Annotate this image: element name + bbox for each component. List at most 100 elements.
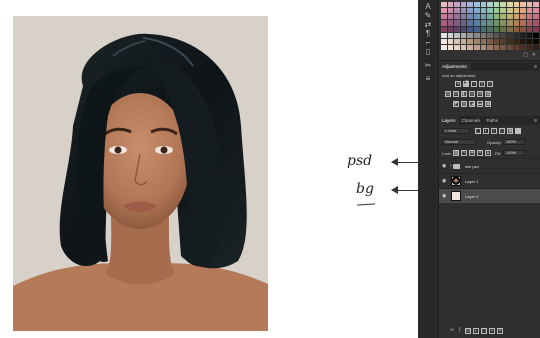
color-swatch[interactable]: [506, 32, 513, 38]
new-layer-icon[interactable]: +: [489, 328, 495, 334]
gradient-map-icon[interactable]: ▬: [477, 101, 483, 107]
color-swatch[interactable]: [454, 14, 460, 20]
color-swatch[interactable]: [441, 26, 447, 32]
color-swatch[interactable]: [467, 26, 473, 32]
kind-filter-select[interactable]: ⌕ Kind: [442, 128, 470, 134]
color-swatch[interactable]: [460, 32, 467, 38]
color-swatch[interactable]: [526, 14, 533, 20]
color-swatch[interactable]: [480, 44, 487, 50]
color-swatch[interactable]: [526, 38, 533, 44]
color-swatch[interactable]: [526, 32, 533, 38]
color-swatch[interactable]: [526, 8, 533, 14]
eye-icon[interactable]: ◉: [442, 179, 447, 184]
tab-channels[interactable]: Channels: [459, 116, 484, 125]
color-swatch[interactable]: [467, 14, 473, 20]
panel-menu-icon[interactable]: ≡: [534, 118, 537, 124]
color-swatch[interactable]: [513, 32, 520, 38]
color-swatch[interactable]: [500, 8, 506, 14]
color-swatch[interactable]: [487, 20, 493, 26]
color-swatch[interactable]: [500, 2, 506, 8]
lock-transparency-icon[interactable]: ▦: [453, 150, 459, 156]
posterize-icon[interactable]: ▨: [461, 101, 467, 107]
levels-icon[interactable]: ▟: [463, 81, 469, 87]
color-swatch[interactable]: [454, 38, 460, 44]
color-swatch[interactable]: [533, 14, 539, 20]
color-swatch[interactable]: [487, 8, 493, 14]
color-swatch[interactable]: [480, 32, 487, 38]
color-swatch[interactable]: [473, 26, 480, 32]
fx-icon[interactable]: ƒ: [457, 328, 463, 334]
color-swatch[interactable]: [513, 20, 520, 26]
color-swatch[interactable]: [467, 2, 473, 8]
color-swatch[interactable]: [520, 38, 526, 44]
color-swatch[interactable]: [513, 8, 520, 14]
color-swatch[interactable]: [487, 14, 493, 20]
color-swatch[interactable]: [473, 32, 480, 38]
invert-icon[interactable]: ◩: [453, 101, 459, 107]
color-swatch[interactable]: [493, 32, 500, 38]
color-swatch[interactable]: [467, 32, 473, 38]
color-swatch[interactable]: [460, 14, 467, 20]
exposure-icon[interactable]: ±: [479, 81, 485, 87]
filter-shape-icon[interactable]: ▭: [499, 128, 505, 134]
color-swatch[interactable]: [513, 38, 520, 44]
color-swatch[interactable]: [447, 44, 454, 50]
color-swatch[interactable]: [500, 38, 506, 44]
color-swatch[interactable]: [441, 38, 447, 44]
color-swatch[interactable]: [526, 26, 533, 32]
black-white-icon[interactable]: ◧: [461, 91, 467, 97]
color-swatch[interactable]: [480, 20, 487, 26]
color-swatch[interactable]: [447, 8, 454, 14]
color-swatch[interactable]: [454, 8, 460, 14]
color-swatch[interactable]: [441, 14, 447, 20]
new-swatch-icon[interactable]: ▢: [523, 52, 528, 58]
color-swatch[interactable]: [520, 14, 526, 20]
threshold-icon[interactable]: ◪: [469, 101, 475, 107]
tab-adjustments[interactable]: Adjustments: [439, 62, 470, 71]
color-swatch[interactable]: [480, 8, 487, 14]
color-swatch[interactable]: [506, 2, 513, 8]
lock-position-icon[interactable]: ✥: [469, 150, 475, 156]
layer-row-layer-2[interactable]: ◉ Layer 2: [439, 188, 540, 203]
color-swatch[interactable]: [473, 2, 480, 8]
color-lookup-icon[interactable]: ▦: [485, 91, 491, 97]
color-swatch[interactable]: [487, 38, 493, 44]
color-swatch[interactable]: [520, 32, 526, 38]
clone-source-icon[interactable]: ▯: [424, 48, 432, 56]
color-swatch[interactable]: [533, 2, 539, 8]
color-swatch[interactable]: [513, 14, 520, 20]
fill-field[interactable]: 100%: [503, 150, 525, 156]
color-swatch[interactable]: [467, 38, 473, 44]
color-swatch[interactable]: [454, 32, 460, 38]
color-swatch[interactable]: [520, 20, 526, 26]
eye-icon[interactable]: ◉: [442, 194, 447, 199]
color-swatch[interactable]: [467, 8, 473, 14]
add-mask-icon[interactable]: ◘: [465, 328, 471, 334]
brush-icon[interactable]: ✎: [424, 12, 432, 20]
lock-artboard-icon[interactable]: ⌗: [477, 150, 483, 156]
color-swatch[interactable]: [441, 32, 447, 38]
color-swatch[interactable]: [447, 26, 454, 32]
color-swatch[interactable]: [533, 26, 539, 32]
color-swatch[interactable]: [533, 32, 539, 38]
vibrance-icon[interactable]: ▽: [487, 81, 493, 87]
opacity-field[interactable]: 100%: [503, 139, 525, 145]
color-swatch[interactable]: [493, 38, 500, 44]
color-swatch[interactable]: [487, 32, 493, 38]
color-swatch[interactable]: [533, 20, 539, 26]
glyph-icon[interactable]: ⌐: [424, 39, 432, 47]
layer-row-sim-psd[interactable]: ◉ › sim psd: [439, 158, 540, 173]
color-swatch[interactable]: [467, 44, 473, 50]
eye-icon[interactable]: ◉: [442, 164, 447, 169]
color-swatch[interactable]: [500, 44, 506, 50]
delete-layer-icon[interactable]: ✕: [497, 328, 503, 334]
tab-layers[interactable]: Layers: [439, 116, 459, 125]
color-swatch[interactable]: [533, 38, 539, 44]
color-swatch[interactable]: [506, 26, 513, 32]
color-swatch[interactable]: [526, 20, 533, 26]
color-swatch[interactable]: [487, 26, 493, 32]
filter-adjustment-icon[interactable]: ◐: [483, 128, 489, 134]
color-swatch[interactable]: [441, 8, 447, 14]
color-swatch[interactable]: [513, 44, 520, 50]
color-balance-icon[interactable]: ⚖: [453, 91, 459, 97]
